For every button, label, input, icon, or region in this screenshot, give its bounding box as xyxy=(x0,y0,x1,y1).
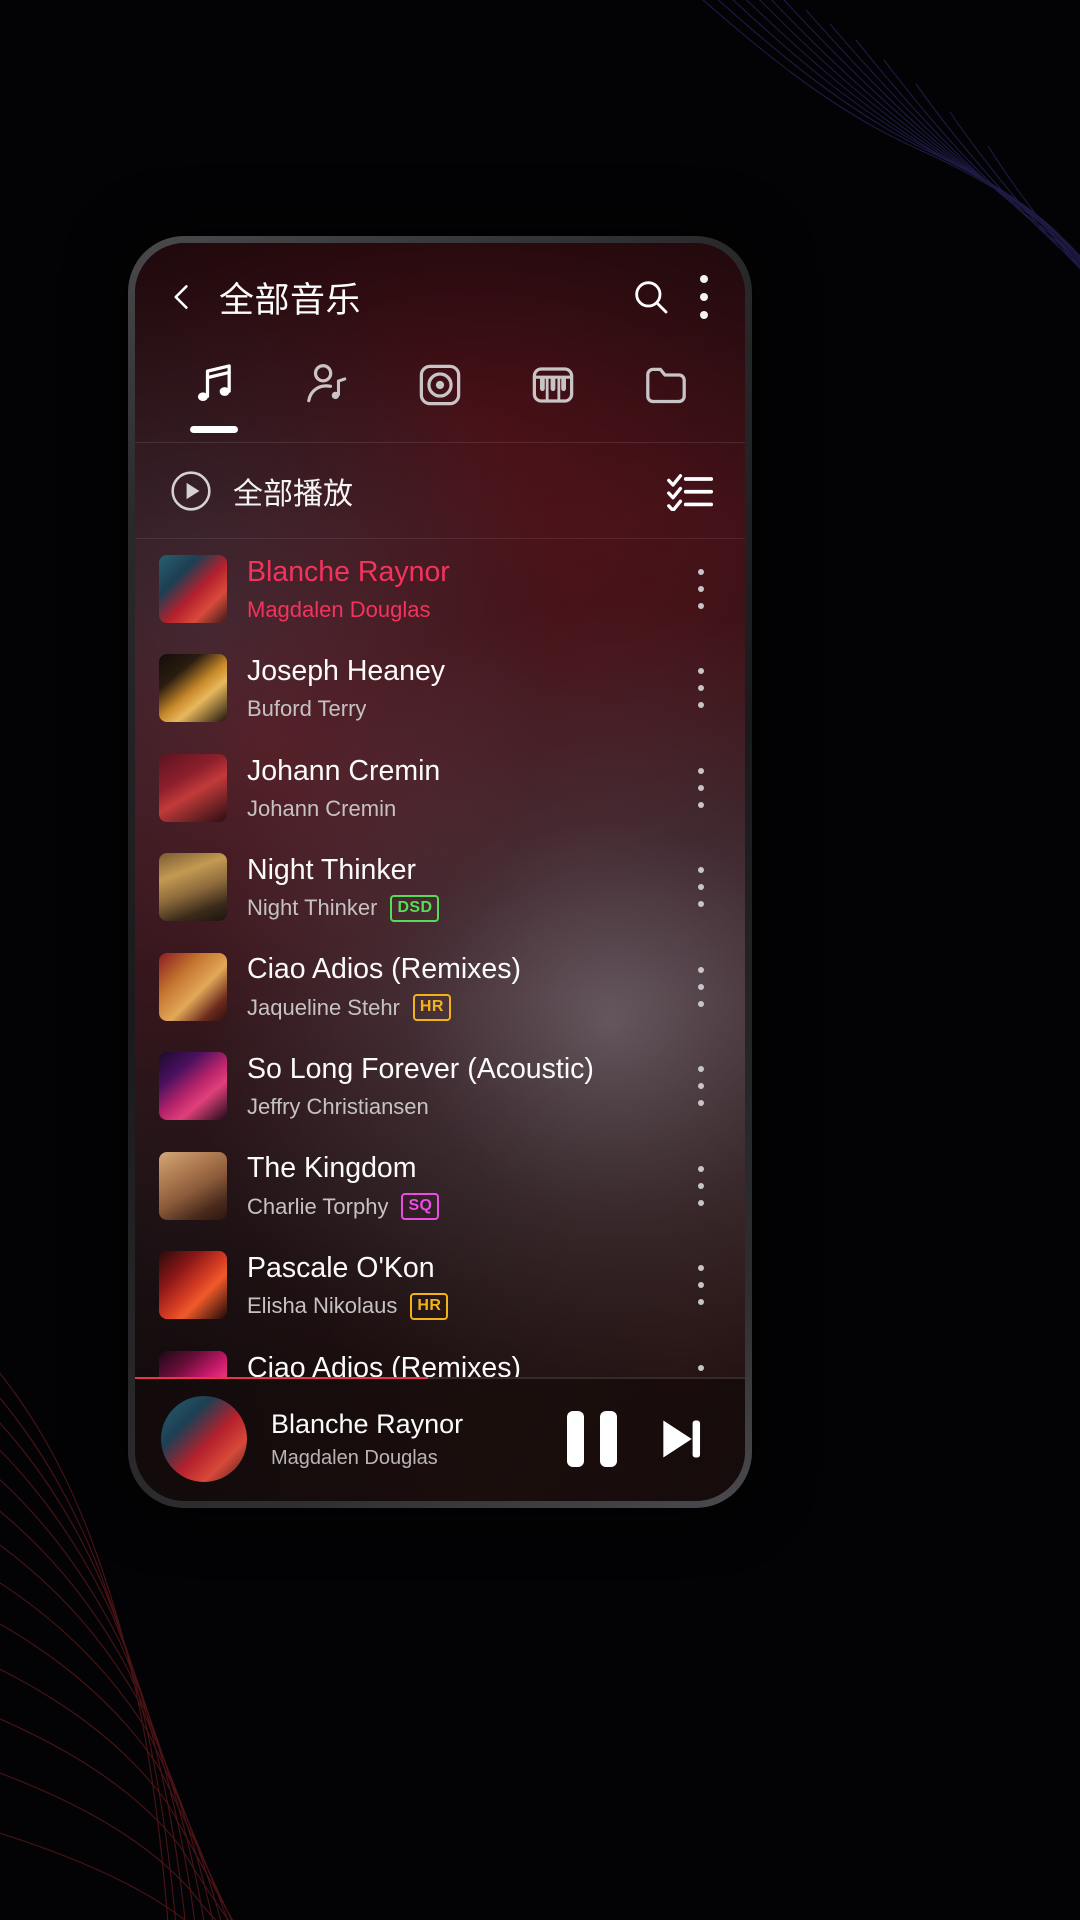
play-all-label: 全部播放 xyxy=(233,478,353,511)
quality-badge: DSD xyxy=(390,894,440,922)
track-text: Night Thinker Night Thinker DSD xyxy=(247,853,697,922)
track-text: So Long Forever (Acoustic) Jeffry Christi… xyxy=(247,1052,697,1120)
track-row[interactable]: Blanche Raynor Magdalen Douglas xyxy=(135,539,745,639)
track-title: So Long Forever (Acoustic) xyxy=(247,1053,594,1086)
track-text: Joseph Heaney Buford Terry xyxy=(247,654,697,722)
track-subline: Night Thinker DSD xyxy=(247,894,697,922)
now-playing-bar[interactable]: Blanche Raynor Magdalen Douglas xyxy=(135,1377,745,1501)
phone-screen: 全部音乐 全部播放 Blanche Raynor Magdalen Dougla… xyxy=(135,243,745,1501)
pause-icon[interactable] xyxy=(567,1411,617,1467)
track-text: Blanche Raynor Magdalen Douglas xyxy=(247,555,697,623)
track-album-art xyxy=(159,753,227,822)
track-artist: Charlie Torphy xyxy=(247,1193,389,1219)
track-overflow-menu-icon[interactable] xyxy=(697,767,705,808)
track-text: Ciao Adios (Remixes) Jaqueline Stehr HR xyxy=(247,952,697,1022)
track-subline: Charlie Torphy SQ xyxy=(247,1193,697,1221)
now-playing-album-art[interactable] xyxy=(161,1396,247,1482)
track-title: Joseph Heaney xyxy=(247,655,446,688)
track-overflow-menu-icon[interactable] xyxy=(697,668,705,709)
phone-device-frame: 全部音乐 全部播放 Blanche Raynor Magdalen Dougla… xyxy=(128,236,752,1508)
track-artist: Elisha Nikolaus xyxy=(247,1293,398,1319)
track-title: Ciao Adios (Remixes) xyxy=(247,1351,522,1377)
chevron-left-icon[interactable] xyxy=(167,282,197,312)
track-album-art xyxy=(159,1350,227,1377)
piano-keys-icon xyxy=(532,367,574,403)
music-note-icon xyxy=(197,364,231,402)
track-row[interactable]: Night Thinker Night Thinker DSD xyxy=(135,838,745,938)
skip-next-icon[interactable] xyxy=(653,1412,707,1466)
artist-icon xyxy=(306,364,347,403)
track-row[interactable]: Ciao Adios (Remixes)Willis Osinski xyxy=(135,1335,745,1377)
track-row[interactable]: The Kingdom Charlie Torphy SQ xyxy=(135,1136,745,1236)
track-row[interactable]: Ciao Adios (Remixes) Jaqueline Stehr HR xyxy=(135,937,745,1037)
track-title: Johann Cremin xyxy=(247,754,441,787)
track-text: The Kingdom Charlie Torphy SQ xyxy=(247,1151,697,1221)
tab-songs[interactable] xyxy=(157,355,270,443)
track-row[interactable]: Joseph Heaney Buford Terry xyxy=(135,639,745,739)
track-artist: Buford Terry xyxy=(247,696,367,722)
track-text: Pascale O'Kon Elisha Nikolaus HR xyxy=(247,1251,697,1320)
track-album-art xyxy=(159,1052,227,1121)
track-overflow-menu-icon[interactable] xyxy=(697,867,705,908)
search-icon[interactable] xyxy=(631,277,671,317)
track-artist: Night Thinker xyxy=(247,895,378,921)
track-overflow-menu-icon[interactable] xyxy=(697,1364,705,1377)
track-overflow-menu-icon[interactable] xyxy=(697,1265,705,1306)
quality-badge: HR xyxy=(412,994,451,1022)
track-album-art xyxy=(159,1151,227,1220)
page-title: 全部音乐 xyxy=(219,280,362,320)
track-subline: Johann Cremin xyxy=(247,796,697,822)
tab-genres[interactable] xyxy=(497,355,610,443)
now-playing-artist: Magdalen Douglas xyxy=(271,1446,438,1469)
track-album-art xyxy=(159,654,227,723)
tab-artists[interactable] xyxy=(270,355,383,443)
multi-select-list-icon[interactable] xyxy=(667,471,713,511)
now-playing-title: Blanche Raynor xyxy=(271,1408,464,1439)
track-subline: Jaqueline Stehr HR xyxy=(247,994,697,1022)
track-album-art xyxy=(159,554,227,623)
track-artist: Jeffry Christiansen xyxy=(247,1094,429,1120)
folder-icon xyxy=(646,367,687,404)
quality-badge: HR xyxy=(410,1292,449,1320)
track-subline: Elisha Nikolaus HR xyxy=(247,1292,697,1320)
play-all-row[interactable]: 全部播放 xyxy=(135,443,745,539)
app-bar: 全部音乐 xyxy=(135,243,745,351)
track-album-art xyxy=(159,952,227,1021)
track-title: Pascale O'Kon xyxy=(247,1251,435,1284)
track-subline: Magdalen Douglas xyxy=(247,597,697,623)
track-title: The Kingdom xyxy=(247,1152,417,1185)
album-disc-icon xyxy=(419,364,461,406)
track-title: Night Thinker xyxy=(247,853,416,886)
track-row[interactable]: Johann Cremin Johann Cremin xyxy=(135,738,745,838)
track-overflow-menu-icon[interactable] xyxy=(697,1165,705,1206)
tab-folders[interactable] xyxy=(610,355,723,443)
tab-albums[interactable] xyxy=(383,355,496,443)
track-album-art xyxy=(159,1251,227,1320)
track-text: Ciao Adios (Remixes)Willis Osinski xyxy=(247,1351,697,1377)
track-row[interactable]: Pascale O'Kon Elisha Nikolaus HR xyxy=(135,1236,745,1336)
progress-bar[interactable] xyxy=(135,1377,428,1379)
tab-bar xyxy=(135,351,745,443)
play-circle-icon[interactable] xyxy=(169,469,213,513)
track-list[interactable]: Blanche Raynor Magdalen Douglas Joseph Hea… xyxy=(135,539,745,1377)
track-overflow-menu-icon[interactable] xyxy=(697,568,705,609)
track-album-art xyxy=(159,853,227,922)
track-overflow-menu-icon[interactable] xyxy=(697,1066,705,1107)
track-artist: Jaqueline Stehr xyxy=(247,994,400,1020)
tab-active-indicator xyxy=(189,426,238,433)
track-title: Ciao Adios (Remixes) xyxy=(247,953,522,986)
track-subline: Buford Terry xyxy=(247,696,697,722)
track-subline: Jeffry Christiansen xyxy=(247,1094,697,1120)
track-title: Blanche Raynor xyxy=(247,555,450,588)
quality-badge: SQ xyxy=(401,1193,440,1221)
track-artist: Johann Cremin xyxy=(247,795,397,821)
overflow-menu-icon[interactable] xyxy=(699,275,709,319)
now-playing-text: Blanche Raynor Magdalen Douglas xyxy=(271,1409,567,1470)
track-artist: Magdalen Douglas xyxy=(247,596,431,622)
track-row[interactable]: So Long Forever (Acoustic) Jeffry Christi… xyxy=(135,1037,745,1137)
track-text: Johann Cremin Johann Cremin xyxy=(247,754,697,822)
track-overflow-menu-icon[interactable] xyxy=(697,966,705,1007)
